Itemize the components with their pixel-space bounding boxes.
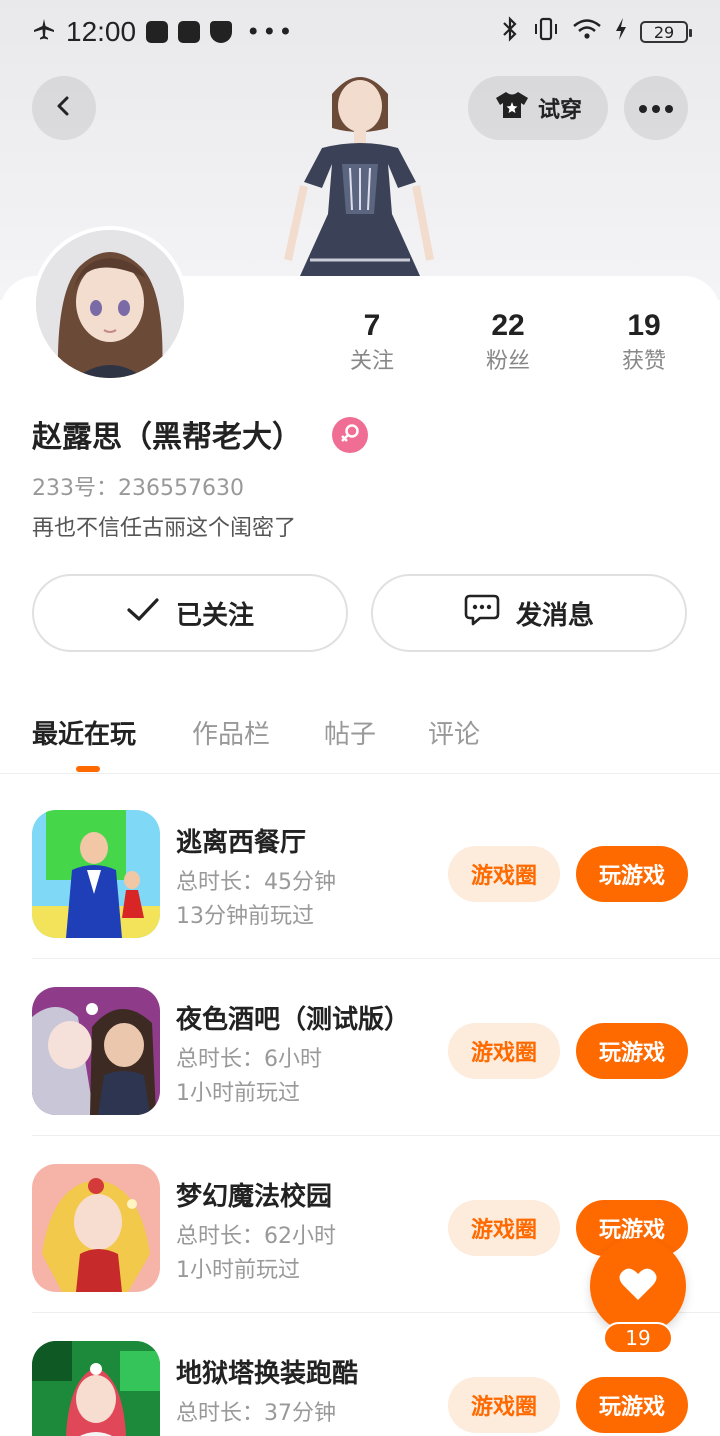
user-name: 赵露思（黑帮老大） (32, 420, 302, 455)
game-total-duration: 总时长：62小时 (176, 1224, 336, 1249)
game-icon[interactable] (32, 987, 160, 1115)
game-title: 地狱塔换装跑酷 (176, 1359, 359, 1389)
airplane-icon (32, 17, 56, 48)
play-game-button[interactable]: 玩游戏 (576, 846, 688, 902)
user-avatar[interactable] (32, 226, 188, 382)
game-total-duration: 总时长：6小时 (176, 1047, 322, 1072)
shield-icon (210, 21, 233, 43)
stat-fans-label: 粉丝 (485, 349, 530, 374)
stat-following[interactable]: 7 关注 (322, 306, 422, 378)
more-options-button[interactable] (624, 76, 688, 140)
heart-icon (618, 1266, 658, 1306)
female-icon (339, 422, 361, 448)
game-total-duration: 总时长：45分钟 (176, 870, 336, 895)
send-message-button[interactable]: 发消息 (371, 574, 687, 652)
tab-posts[interactable]: 帖子 (324, 714, 376, 751)
followed-label: 已关注 (175, 600, 254, 631)
game-icon[interactable] (32, 810, 160, 938)
back-button[interactable] (32, 76, 96, 140)
game-list-item[interactable]: 逃离西餐厅 总时长：45分钟 13分钟前玩过 游戏圈 玩游戏 (32, 782, 720, 959)
status-bar: 12:00 ••• 29 (0, 0, 720, 64)
stat-fans[interactable]: 22 粉丝 (458, 306, 558, 378)
battery-indicator: 29 (640, 21, 692, 43)
user-id: 233号：236557630 (32, 476, 244, 501)
stat-likes-label: 获赞 (621, 349, 666, 374)
play-game-button[interactable]: 玩游戏 (576, 1377, 688, 1433)
tab-works[interactable]: 作品栏 (192, 714, 270, 751)
mail-icon (178, 21, 201, 43)
stat-following-count: 7 (363, 309, 381, 342)
charging-icon (614, 17, 628, 48)
vibrate-icon (532, 17, 560, 48)
tab-recently-played[interactable]: 最近在玩 (32, 714, 136, 751)
tab-active-indicator (76, 766, 100, 772)
stat-fans-count: 22 (491, 309, 525, 342)
game-last-played: 1小时前玩过 (176, 1258, 300, 1283)
game-total-duration: 总时长：37分钟 (176, 1401, 336, 1426)
avatar-3d-figure (270, 64, 450, 276)
game-title: 夜色酒吧（测试版） (176, 1005, 411, 1035)
female-badge (332, 417, 368, 453)
game-circle-button[interactable]: 游戏圈 (448, 1377, 560, 1433)
game-circle-button[interactable]: 游戏圈 (448, 846, 560, 902)
play-game-button[interactable]: 玩游戏 (576, 1023, 688, 1079)
check-icon (126, 597, 160, 630)
game-icon[interactable] (32, 1341, 160, 1436)
try-on-label: 试穿 (537, 98, 582, 123)
game-icon[interactable] (32, 1164, 160, 1292)
more-icon (638, 99, 674, 118)
shirt-icon (494, 89, 530, 127)
back-arrow-icon (52, 94, 76, 122)
message-icon (464, 593, 500, 634)
like-button[interactable] (590, 1238, 686, 1334)
like-count-badge: 19 (603, 1322, 673, 1354)
game-last-played: 1小时前玩过 (176, 1081, 300, 1106)
stat-following-label: 关注 (349, 349, 394, 374)
try-on-button[interactable]: 试穿 (468, 76, 608, 140)
tab-comments[interactable]: 评论 (428, 714, 480, 751)
bluetooth-icon (500, 15, 520, 49)
send-message-label: 发消息 (515, 600, 594, 631)
game-title: 逃离西餐厅 (176, 828, 307, 858)
profile-tabs: 最近在玩 作品栏 帖子 评论 (0, 700, 720, 774)
game-title: 梦幻魔法校园 (176, 1182, 333, 1212)
game-circle-button[interactable]: 游戏圈 (448, 1023, 560, 1079)
stat-likes-count: 19 (627, 309, 661, 342)
game-last-played: 13分钟前玩过 (176, 904, 314, 929)
status-time: 12:00 (66, 16, 137, 47)
stat-likes[interactable]: 19 获赞 (594, 306, 694, 378)
user-bio: 再也不信任古丽这个闺密了 (32, 516, 297, 541)
more-notifications-icon: ••• (246, 18, 295, 46)
game-list-item[interactable]: 夜色酒吧（测试版） 总时长：6小时 1小时前玩过 游戏圈 玩游戏 (32, 959, 720, 1136)
game-circle-button[interactable]: 游戏圈 (448, 1200, 560, 1256)
wifi-icon (572, 17, 602, 48)
followed-button[interactable]: 已关注 (32, 574, 348, 652)
notification-icon (146, 21, 169, 43)
